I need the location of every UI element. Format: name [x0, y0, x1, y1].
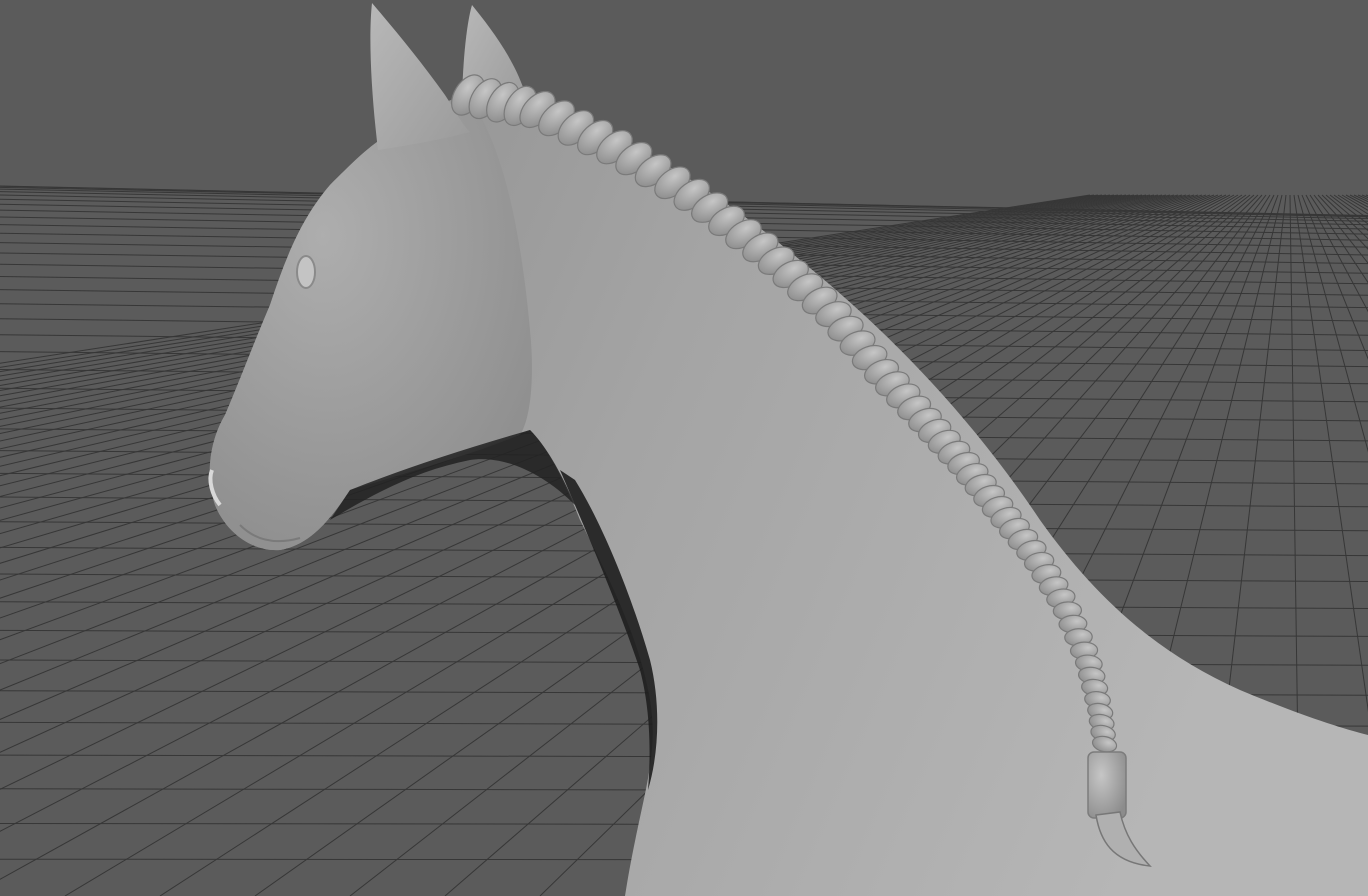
horse-eye [296, 255, 316, 289]
braid-band [1087, 751, 1127, 819]
3d-viewport[interactable] [0, 0, 1368, 896]
viewport-scene[interactable] [0, 0, 1368, 896]
horse-near-ear [370, 3, 470, 150]
